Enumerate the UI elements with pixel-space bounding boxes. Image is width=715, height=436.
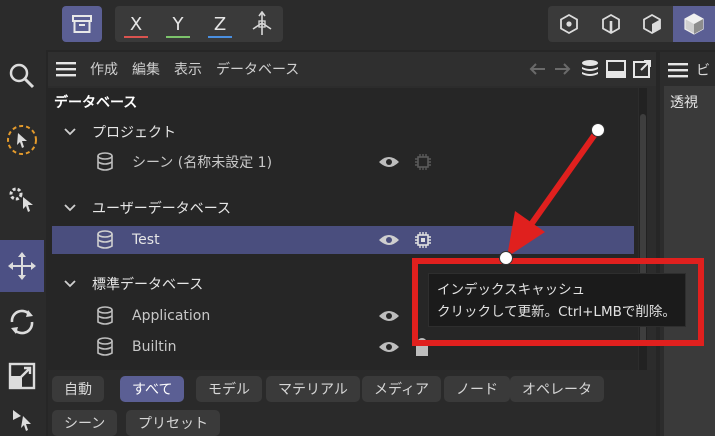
app-window: X Y Z 作成 編集 表示 データベース データベース プロジェクト シーン … <box>0 0 715 436</box>
annotation-arrow <box>499 123 605 265</box>
